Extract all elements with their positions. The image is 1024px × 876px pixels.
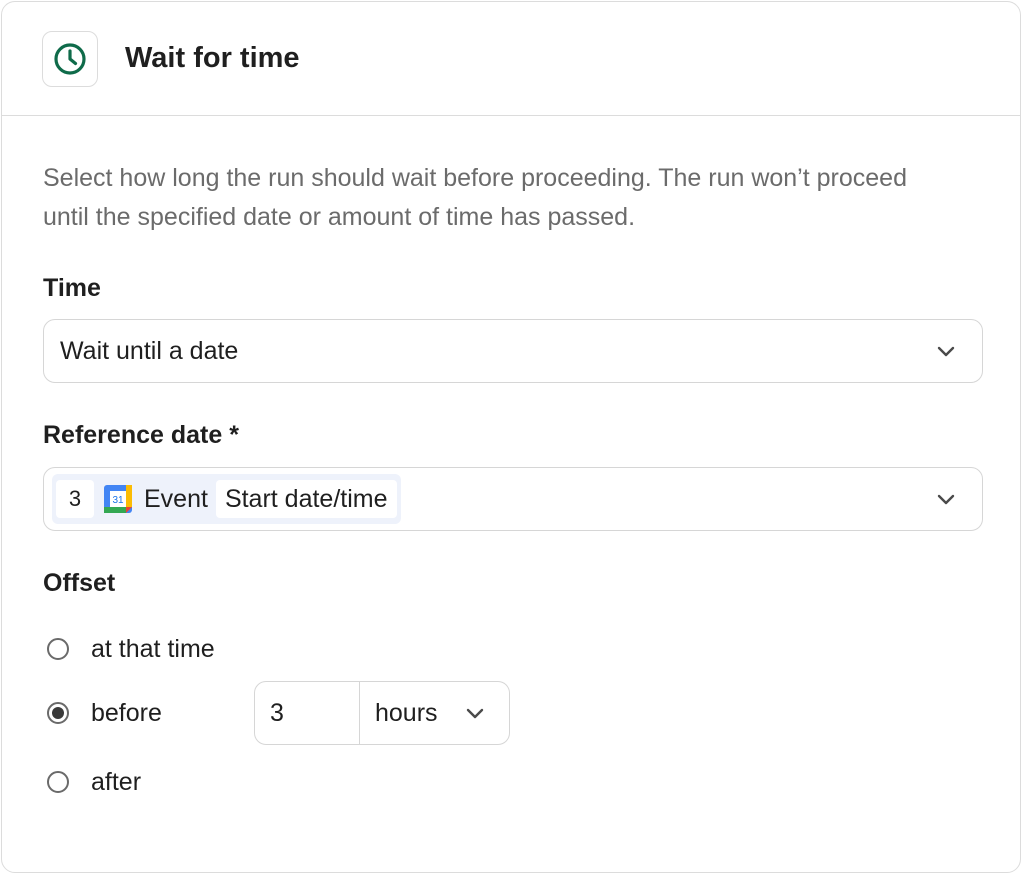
offset-amount-controls: hours xyxy=(254,681,510,745)
radio-label: after xyxy=(91,767,142,796)
offset-option-before[interactable]: before hours xyxy=(43,681,980,745)
radio-after[interactable] xyxy=(47,771,69,793)
step-number-badge: 3 xyxy=(56,480,94,518)
radio-label: before xyxy=(91,698,162,727)
radio-label: at that time xyxy=(91,634,215,663)
chevron-down-icon xyxy=(937,346,955,357)
offset-option-at-that-time[interactable]: at that time xyxy=(43,617,980,681)
offset-unit-select[interactable]: hours xyxy=(360,681,510,745)
svg-text:31: 31 xyxy=(112,495,124,506)
wait-for-time-panel: Wait for time Select how long the run sh… xyxy=(1,1,1021,873)
panel-body: Select how long the run should wait befo… xyxy=(2,159,1020,819)
time-select[interactable]: Wait until a date xyxy=(43,319,983,383)
offset-unit-value: hours xyxy=(375,698,438,727)
app-name: Event xyxy=(144,484,208,513)
chevron-down-icon xyxy=(937,494,955,505)
description-text: Select how long the run should wait befo… xyxy=(43,164,907,231)
panel-title: Wait for time xyxy=(125,42,300,74)
offset-label: Offset xyxy=(43,569,116,597)
reference-date-select[interactable]: 3 31 Event Start date/time xyxy=(43,467,983,531)
offset-option-after[interactable]: after xyxy=(43,745,980,819)
radio-at-that-time[interactable] xyxy=(47,638,69,660)
time-label: Time xyxy=(43,274,101,302)
chevron-down-icon xyxy=(466,708,484,719)
time-select-value: Wait until a date xyxy=(60,336,239,365)
reference-date-label: Reference date * xyxy=(43,421,239,449)
clock-icon-box xyxy=(42,30,98,87)
google-calendar-icon: 31 xyxy=(104,485,132,513)
clock-icon xyxy=(54,42,86,75)
field-name: Start date/time xyxy=(215,480,397,518)
reference-date-token[interactable]: 3 31 Event Start date/time xyxy=(52,474,401,524)
panel-header: Wait for time xyxy=(2,2,1020,116)
offset-amount-input[interactable] xyxy=(254,681,360,745)
radio-before[interactable] xyxy=(47,702,69,724)
